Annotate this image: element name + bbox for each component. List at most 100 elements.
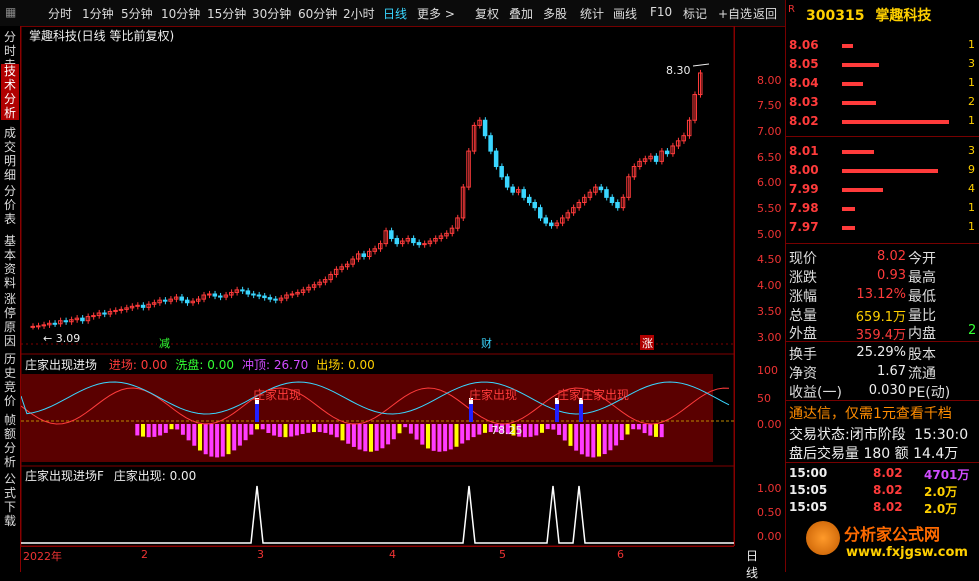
candle-body: [184, 299, 190, 304]
candle-body: [179, 296, 184, 301]
order-volume: 4: [968, 182, 975, 195]
toolbar-item[interactable]: +自选: [718, 5, 752, 22]
indicator1-bar: [431, 424, 436, 451]
indicator1-bar: [631, 424, 636, 430]
candle-body: [36, 325, 41, 328]
order-volume-bar: [842, 44, 853, 48]
left-tab[interactable]: 成交明细: [1, 126, 19, 182]
left-tab[interactable]: 技术分析: [1, 64, 19, 120]
indicator1-bar: [312, 424, 316, 433]
left-tab[interactable]: 分价表: [1, 184, 19, 226]
indicator1-bar: [277, 424, 282, 437]
indicator1-bar: [266, 424, 271, 433]
toolbar-item[interactable]: 1分钟: [82, 5, 114, 22]
indicator1-bar: [414, 424, 419, 440]
toolbar-item[interactable]: 日线: [383, 5, 407, 22]
indicator1-bar: [614, 424, 619, 446]
indicator1-bar: [585, 424, 590, 457]
candle-body: [389, 230, 394, 239]
indicator1-bar: [220, 424, 225, 457]
order-volume-bar: [842, 226, 855, 230]
order-price: 7.97: [789, 220, 819, 234]
indicator1-bar: [460, 424, 465, 444]
toolbar-item[interactable]: 标记: [683, 5, 707, 22]
indicator1-bar: [522, 424, 527, 438]
tick-price: 8.02: [873, 500, 903, 514]
indicator1-bar: [625, 424, 630, 435]
indicator1-bar: [619, 424, 624, 441]
order-volume-bar: [842, 169, 938, 173]
toolbar-item[interactable]: 返回: [753, 5, 777, 22]
indicator1-bar: [186, 424, 191, 441]
toolbar-item[interactable]: 15分钟: [207, 5, 246, 22]
order-volume-bar: [842, 120, 949, 124]
indicator1-bar: [158, 424, 163, 436]
indicator1-bar: [602, 424, 607, 455]
candle-body: [394, 237, 400, 245]
time-label: 2022年: [23, 550, 62, 563]
stat-right-label: PE(动): [908, 385, 951, 401]
candle-body: [653, 155, 659, 162]
indicator1-bar: [397, 424, 402, 434]
toolbar-item[interactable]: 60分钟: [298, 5, 337, 22]
order-price: 8.02: [789, 114, 819, 128]
signal-arrow: [555, 404, 559, 422]
toolbar-item[interactable]: 画线: [613, 5, 637, 22]
period-label[interactable]: 日线: [746, 547, 758, 581]
indicator1-bar: [568, 424, 573, 446]
toolbar-item[interactable]: 分时: [48, 5, 72, 22]
indicator1-bar: [391, 424, 396, 440]
indicator1-bar: [317, 424, 322, 433]
left-tab[interactable]: 历史竞价: [1, 352, 19, 408]
indicator1-bar: [420, 424, 425, 445]
left-tab[interactable]: 基本资料: [1, 234, 19, 290]
event-marker: 财: [481, 336, 492, 350]
order-volume: 3: [968, 144, 975, 157]
site-logo: 分析家公式网 www.fxjgsw.com: [806, 515, 976, 567]
toolbar-item[interactable]: 10分钟: [161, 5, 200, 22]
toolbar-item[interactable]: 更多 >: [417, 5, 455, 22]
toolbar-item[interactable]: 叠加: [509, 5, 533, 22]
candle-body: [140, 304, 146, 308]
left-tab[interactable]: 帧额分析: [1, 413, 19, 469]
left-tab[interactable]: 涨停原因: [1, 292, 19, 348]
stat-label: 换手: [789, 347, 817, 363]
indicator1-bar: [141, 424, 145, 437]
signal-arrow: [255, 404, 259, 422]
promo-link[interactable]: 通达信，仅需1元查看千档: [789, 403, 952, 423]
toolbar-item[interactable]: 2小时: [343, 5, 375, 22]
indicator1-bar: [203, 424, 208, 455]
toolbar: ▦ 分时 1分钟 5分钟 10分钟 15分钟 30分钟 60分钟 2小时 日线 更多 > 复权 叠加 多股…: [0, 0, 785, 27]
indicator1-title: 庄家出现进场 进场: 0.00 洗盘: 0.00 冲顶: 26.70 出场: 0.00: [25, 356, 375, 373]
stat-label: 收益(一): [789, 385, 842, 401]
toolbar-item[interactable]: 多股: [543, 5, 567, 22]
stat-right-label: 今开: [908, 251, 936, 267]
toolbar-item[interactable]: 5分钟: [121, 5, 153, 22]
indicator1-tick: 0.00: [757, 418, 782, 431]
toolbar-item[interactable]: 统计: [580, 5, 604, 22]
toolbar-grid-icon[interactable]: ▦: [5, 5, 16, 19]
candle-body: [256, 294, 262, 297]
indicator1-bar: [386, 424, 391, 445]
indicator1-annotation: 庄家出现: [253, 387, 301, 402]
price-tick: 4.50: [757, 253, 782, 266]
indicator1-tick: 50: [757, 392, 771, 405]
left-tab[interactable]: 公式下载: [1, 472, 19, 528]
toolbar-item[interactable]: F10: [650, 5, 672, 19]
candle-body: [615, 202, 620, 209]
toolbar-item[interactable]: 复权: [475, 5, 499, 22]
toolbar-item[interactable]: 30分钟: [252, 5, 291, 22]
candle-body: [510, 186, 515, 193]
time-label: 5: [499, 548, 506, 561]
tick-price: 8.02: [873, 466, 903, 480]
indicator1-value: 出场: 0.00: [316, 358, 375, 372]
chart-area[interactable]: 减 财 涨 8.30 ← 3.09 庄家出现 庄家出现 庄家庄家出现 78.25 掌趣科技(日线…: [20, 25, 735, 547]
indicator1-bar: [323, 424, 328, 433]
stat-label: 总量: [789, 308, 817, 324]
order-price: 7.99: [789, 182, 819, 196]
order-price: 8.06: [789, 38, 819, 52]
candle-body: [543, 217, 549, 224]
indicator1-bar: [374, 424, 379, 451]
order-volume-bar: [842, 207, 855, 211]
indicator1-bar: [403, 424, 408, 428]
